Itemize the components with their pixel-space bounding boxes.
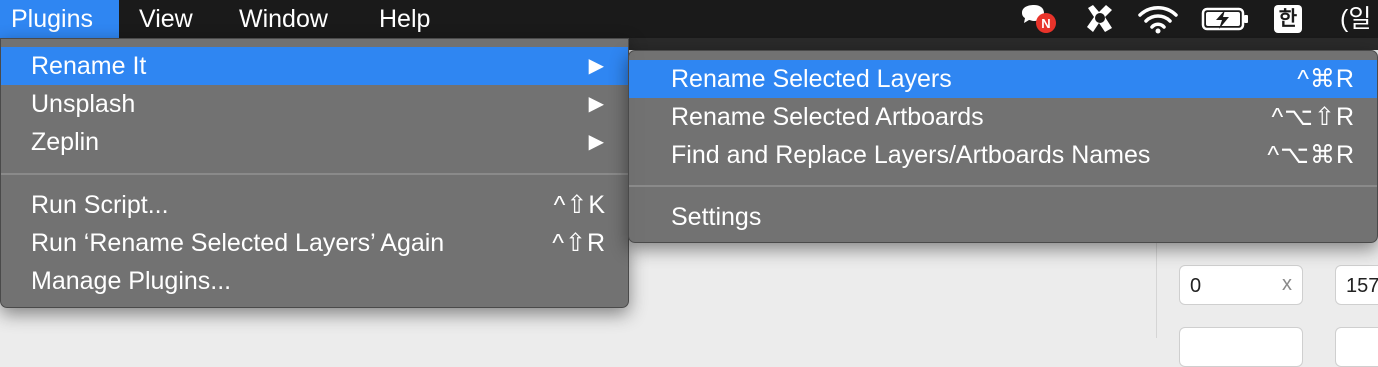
app-toolbar-strip (628, 38, 1378, 50)
menu-item-shortcut: ^⌥⌘R (1267, 141, 1355, 169)
menu-item-label: Run ‘Rename Selected Layers’ Again (31, 229, 445, 257)
menu-item-shortcut: ^⇧R (552, 229, 606, 257)
input-method-label: 한 (1274, 5, 1302, 33)
menubar-window[interactable]: Window (228, 0, 339, 38)
menu-item-label: Manage Plugins... (31, 267, 232, 295)
menu-item-run-again[interactable]: Run ‘Rename Selected Layers’ Again ^⇧R (1, 224, 628, 262)
menu-item-find-and-replace[interactable]: Find and Replace Layers/Artboards Names … (629, 136, 1377, 174)
menu-item-shortcut: ^⌥⇧R (1271, 103, 1355, 131)
menu-item-zeplin[interactable]: Zeplin ▶ (1, 123, 628, 161)
menubar-view[interactable]: View (128, 0, 204, 38)
menu-item-label: Zeplin (31, 128, 100, 156)
menu-item-settings[interactable]: Settings (629, 198, 1377, 236)
x-position-label: x (1282, 273, 1292, 295)
menu-item-manage-plugins[interactable]: Manage Plugins... (1, 262, 628, 300)
submenu-arrow-icon: ▶ (588, 131, 604, 153)
clock-text[interactable]: (일 (1334, 0, 1377, 38)
menu-item-rename-selected-artboards[interactable]: Rename Selected Artboards ^⌥⇧R (629, 98, 1377, 136)
menu-item-label: Find and Replace Layers/Artboards Names (671, 141, 1151, 169)
chat-notification-icon[interactable]: N (1018, 0, 1062, 38)
menu-item-label: Settings (671, 203, 762, 231)
menu-item-label: Run Script... (31, 191, 169, 219)
menu-item-run-script[interactable]: Run Script... ^⇧K (1, 186, 628, 224)
y-position-value: 157 (1346, 275, 1378, 297)
menu-separator (1, 173, 628, 175)
menu-item-shortcut: ^⌘R (1297, 65, 1355, 93)
menubar-help[interactable]: Help (368, 0, 441, 38)
badge-letter: N (1041, 16, 1050, 31)
y-position-field[interactable]: 157 (1335, 265, 1378, 305)
menu-item-rename-it[interactable]: Rename It ▶ (1, 47, 628, 85)
menu-item-unsplash[interactable]: Unsplash ▶ (1, 85, 628, 123)
inspector-panel: 0 x 157 (1156, 240, 1378, 367)
battery-charging-icon[interactable] (1200, 0, 1252, 38)
app-status-icon[interactable] (1080, 0, 1120, 38)
input-method-icon[interactable]: 한 (1270, 0, 1306, 38)
x-position-field[interactable]: 0 x (1179, 265, 1303, 305)
menu-item-shortcut: ^⇧K (553, 191, 606, 219)
width-field[interactable] (1179, 327, 1303, 367)
wifi-icon[interactable] (1136, 0, 1180, 38)
rename-it-submenu: Rename Selected Layers ^⌘R Rename Select… (628, 50, 1378, 243)
menu-item-label: Rename Selected Artboards (671, 103, 984, 131)
menu-item-label: Unsplash (31, 90, 136, 118)
submenu-arrow-icon: ▶ (588, 93, 604, 115)
menu-separator (629, 185, 1377, 187)
height-field[interactable] (1335, 327, 1378, 367)
plugins-menu: Rename It ▶ Unsplash ▶ Zeplin ▶ Run Scri… (0, 38, 629, 308)
menu-bar: Plugins View Window Help N 한 (일 (0, 0, 1378, 38)
submenu-arrow-icon: ▶ (588, 55, 604, 77)
menu-item-rename-selected-layers[interactable]: Rename Selected Layers ^⌘R (629, 60, 1377, 98)
menu-item-label: Rename It (31, 52, 147, 80)
menubar-plugins[interactable]: Plugins (0, 0, 119, 38)
menu-item-label: Rename Selected Layers (671, 65, 952, 93)
x-position-value: 0 (1190, 275, 1202, 297)
